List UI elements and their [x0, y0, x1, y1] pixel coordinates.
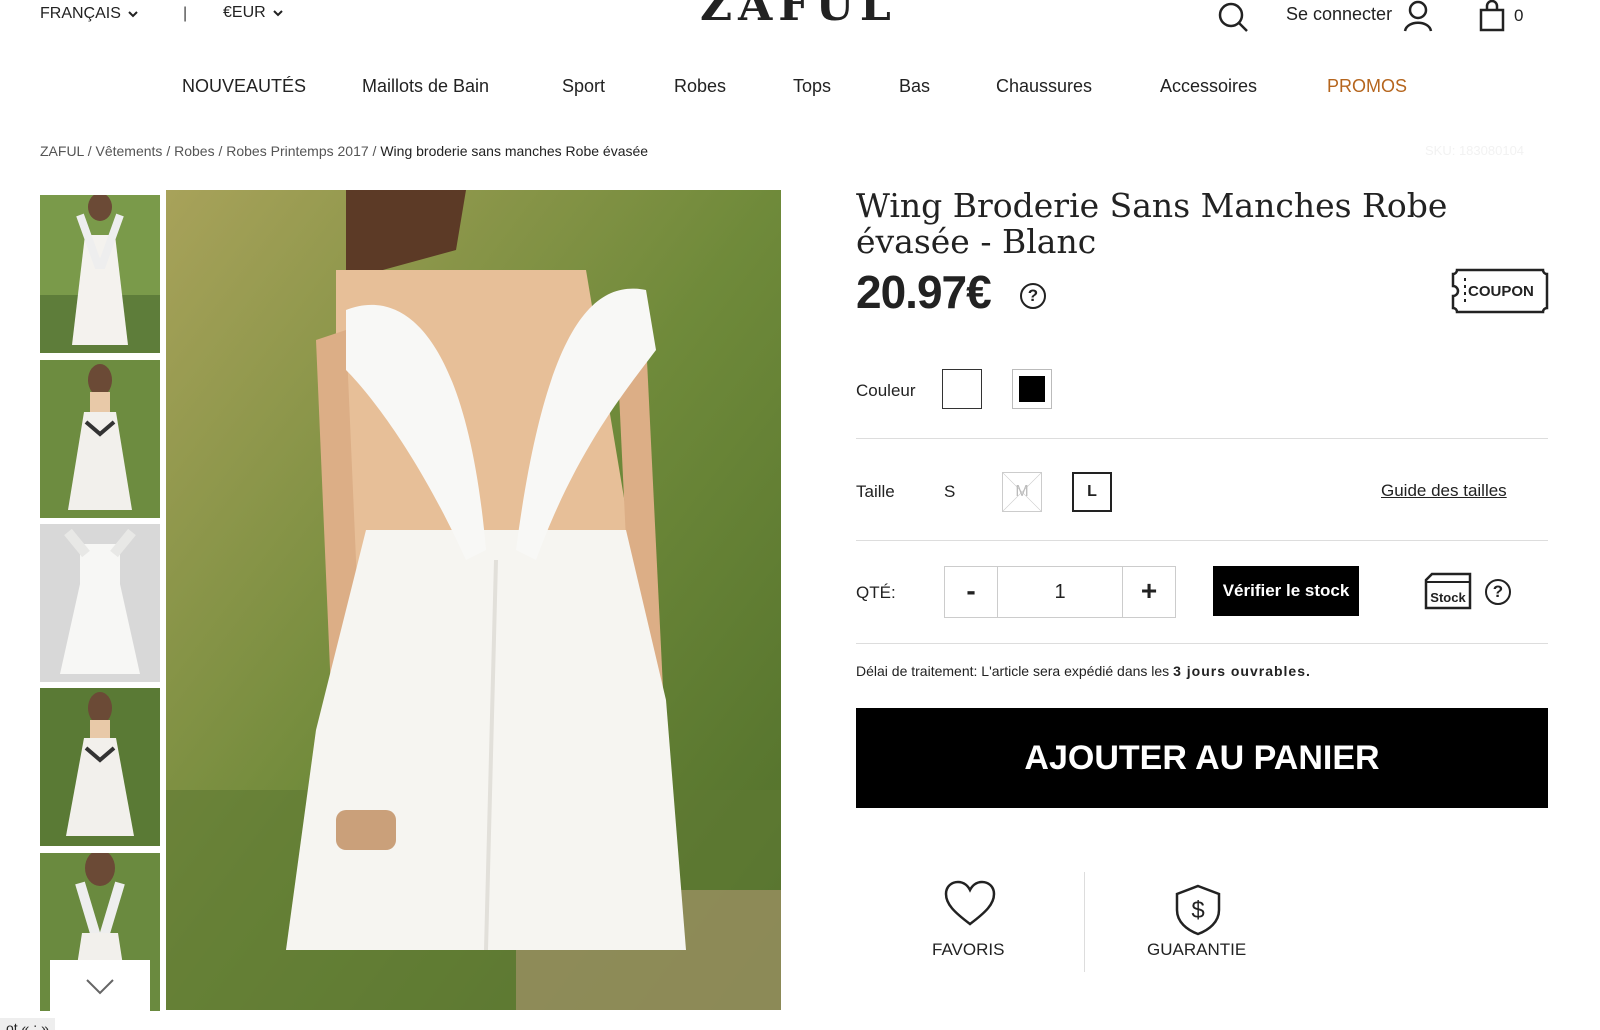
language-label: FRANÇAIS	[40, 5, 121, 22]
color-swatch-white[interactable]	[942, 369, 982, 409]
thumbnail-3[interactable]	[40, 524, 160, 682]
breadcrumb: ZAFUL / Vêtements / Robes / Robes Printe…	[40, 143, 648, 159]
main-product-image[interactable]	[166, 190, 781, 1010]
delay-days: 3 jours ouvrables.	[1173, 663, 1311, 679]
qty-plus-button[interactable]: +	[1123, 567, 1175, 617]
favorites-label[interactable]: FAVORIS	[932, 940, 1004, 960]
vertical-divider	[1084, 872, 1085, 972]
search-icon[interactable]	[1216, 0, 1250, 34]
language-selector[interactable]: FRANÇAIS	[40, 5, 139, 23]
sku-label: SKU: 183080104	[1425, 143, 1525, 158]
svg-text:Stock: Stock	[1430, 590, 1466, 605]
cart-count: 0	[1514, 6, 1524, 25]
shopping-bag-icon[interactable]	[1478, 0, 1506, 32]
help-icon[interactable]: ?	[1485, 579, 1511, 605]
processing-delay: Délai de traitement: L'article sera expé…	[856, 663, 1311, 679]
divider	[856, 438, 1548, 439]
stock-icon[interactable]: Stock	[1422, 572, 1474, 612]
main-nav: NOUVEAUTÉS Maillots de Bain Sport Robes …	[0, 76, 1600, 106]
thumbnail-2[interactable]	[40, 360, 160, 518]
currency-selector[interactable]: €EUR	[223, 4, 284, 22]
nav-item-tops[interactable]: Tops	[793, 76, 831, 97]
nav-item-nouveautes[interactable]: NOUVEAUTÉS	[182, 76, 306, 97]
thumbnail-4[interactable]	[40, 688, 160, 846]
qty-minus-button[interactable]: -	[945, 567, 997, 617]
breadcrumb-sep: /	[214, 143, 227, 159]
chevron-down-icon	[272, 10, 283, 17]
breadcrumb-sep: /	[162, 143, 175, 159]
chevron-down-icon	[128, 11, 138, 18]
user-icon[interactable]	[1403, 0, 1433, 32]
breadcrumb-current: Wing broderie sans manches Robe évasée	[380, 143, 649, 159]
nav-item-bas[interactable]: Bas	[899, 76, 930, 97]
topbar-separator: |	[183, 5, 188, 22]
nav-item-robes[interactable]: Robes	[674, 76, 726, 97]
size-guide-link[interactable]: Guide des tailles	[1381, 481, 1507, 501]
size-label: Taille	[856, 482, 895, 501]
breadcrumb-link[interactable]: Robes	[174, 143, 214, 159]
currency-label: €EUR	[223, 4, 266, 21]
product-title: Wing Broderie Sans Manches Robe évasée -…	[856, 186, 1448, 261]
color-swatch-black[interactable]	[1012, 369, 1052, 409]
size-option-l[interactable]: L	[1072, 472, 1112, 512]
qty-label: QTÉ:	[856, 583, 896, 602]
heart-icon[interactable]	[944, 880, 996, 928]
divider	[856, 643, 1548, 644]
nav-item-promos[interactable]: PROMOS	[1327, 76, 1407, 97]
verify-stock-button[interactable]: Vérifier le stock	[1213, 566, 1359, 616]
breadcrumb-link[interactable]: Robes Printemps 2017	[226, 143, 368, 159]
coupon-label: COUPON	[1468, 283, 1534, 300]
nav-item-sport[interactable]: Sport	[562, 76, 605, 97]
nav-item-maillots[interactable]: Maillots de Bain	[362, 76, 489, 97]
product-price: 20.97€	[856, 266, 992, 318]
size-option-m[interactable]: M	[1002, 472, 1042, 512]
nav-item-chaussures[interactable]: Chaussures	[996, 76, 1092, 97]
shield-dollar-icon[interactable]: $	[1173, 884, 1223, 936]
add-to-cart-button[interactable]: AJOUTER AU PANIER	[856, 708, 1548, 808]
delay-text: Délai de traitement: L'article sera expé…	[856, 663, 1174, 679]
top-bar: FRANÇAIS | €EUR ZAFUL Se connecter 0	[0, 0, 1600, 40]
svg-text:$: $	[1191, 897, 1204, 924]
qty-input[interactable]: 1	[997, 567, 1123, 617]
thumbnail-scroll-down[interactable]	[50, 960, 150, 1015]
breadcrumb-link[interactable]: ZAFUL	[40, 143, 84, 159]
site-logo[interactable]: ZAFUL	[700, 0, 897, 31]
login-link[interactable]: Se connecter	[1286, 4, 1392, 25]
breadcrumb-sep: /	[83, 143, 96, 159]
thumbnail-1[interactable]	[40, 195, 160, 353]
quantity-stepper: - 1 +	[944, 566, 1176, 618]
breadcrumb-sep: /	[368, 143, 381, 159]
guarantee-label[interactable]: GUARANTIE	[1147, 940, 1246, 960]
chevron-down-icon	[86, 979, 114, 995]
status-tag: ot « ; »	[0, 1018, 55, 1030]
help-icon[interactable]: ?	[1020, 283, 1046, 309]
nav-item-accessoires[interactable]: Accessoires	[1160, 76, 1257, 97]
color-label: Couleur	[856, 381, 916, 400]
breadcrumb-link[interactable]: Vêtements	[96, 143, 163, 159]
divider	[856, 540, 1548, 541]
size-option-s[interactable]: S	[944, 482, 955, 502]
